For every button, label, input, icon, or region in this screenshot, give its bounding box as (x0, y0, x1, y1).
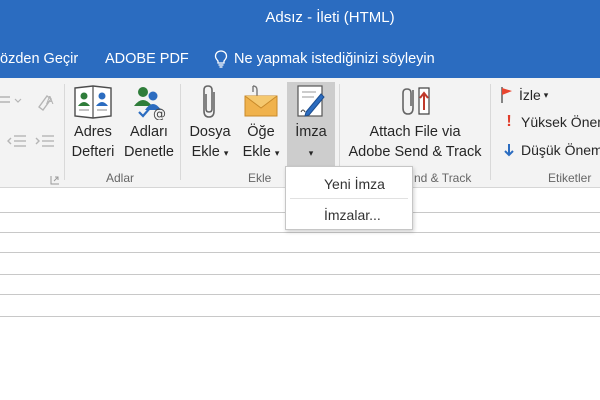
low-importance-button[interactable]: Düşük Önem (502, 142, 600, 158)
attach-file-label-2: Ekle ▾ (191, 144, 229, 160)
decrease-indent-icon[interactable] (6, 134, 28, 150)
tell-me-search[interactable]: Ne yapmak istediğinizi söyleyin (214, 50, 435, 68)
check-names-button[interactable]: @ Adları Denetle (121, 84, 177, 162)
header-field-line (0, 294, 600, 295)
window-title: Adsız - İleti (HTML) (265, 9, 395, 26)
adobe-send-track-label-2: Adobe Send & Track (348, 144, 482, 160)
adobe-send-track-button[interactable]: Attach File via Adobe Send & Track (342, 84, 488, 162)
group-separator (180, 84, 181, 180)
title-bar: Adsız - İleti (HTML) (0, 0, 600, 36)
address-book-label-1: Adres (74, 124, 112, 140)
dialog-launcher-icon[interactable] (50, 175, 60, 185)
tell-me-label: Ne yapmak istediğinizi söyleyin (234, 51, 435, 67)
adobe-attach-icon (402, 87, 430, 115)
low-importance-label: Düşük Önem (521, 142, 600, 158)
high-importance-label: Yüksek Önem (521, 114, 600, 130)
tab-adobe-pdf[interactable]: ADOBE PDF (105, 51, 189, 67)
attach-file-label-1: Dosya (189, 124, 231, 140)
group-label-include: Ekle (248, 171, 272, 185)
group-separator (490, 84, 491, 180)
adobe-send-track-label-1: Attach File via (369, 124, 461, 140)
attach-item-button[interactable]: Öğe Ekle ▾ (238, 84, 284, 163)
attach-file-button[interactable]: Dosya Ekle ▾ (186, 84, 234, 163)
flag-icon (501, 87, 512, 103)
follow-up-button[interactable]: İzle ▾ (500, 86, 548, 104)
increase-indent-icon[interactable] (34, 134, 56, 150)
group-label-tags: Etiketler (548, 171, 592, 185)
envelope-icon (244, 85, 278, 117)
svg-text:@: @ (153, 107, 166, 120)
group-label-names: Adlar (106, 171, 135, 185)
tab-review[interactable]: özden Geçir (0, 51, 78, 67)
lightbulb-icon (214, 50, 228, 68)
group-label-adobe: nd & Track (414, 171, 472, 185)
address-book-icon (74, 85, 112, 119)
high-importance-button[interactable]: ! Yüksek Önem (502, 113, 600, 131)
header-field-line (0, 274, 600, 275)
paperclip-icon (203, 85, 215, 118)
header-field-line (0, 232, 600, 233)
list-icon[interactable] (0, 94, 22, 108)
down-arrow-icon (504, 144, 514, 157)
svg-text:A: A (46, 94, 54, 107)
check-names-label-2: Denetle (124, 144, 174, 160)
exclamation-icon: ! (506, 113, 512, 130)
menu-divider (290, 198, 408, 199)
header-field-line (0, 316, 600, 317)
address-book-button[interactable]: Adres Defteri (67, 84, 119, 162)
signature-pen-icon (297, 85, 325, 117)
check-names-icon: @ (134, 87, 166, 120)
attach-item-label-2: Ekle ▾ (242, 144, 280, 160)
ribbon-tab-bar: özden Geçir ADOBE PDF Ne yapmak istediği… (0, 36, 600, 78)
signature-label: İmza (295, 124, 327, 140)
attach-item-label-1: Öğe (247, 124, 275, 140)
follow-up-label: İzle (519, 87, 541, 103)
address-book-label-2: Defteri (71, 144, 115, 160)
signature-button[interactable]: İmza ▾ (287, 84, 335, 163)
clear-formatting-icon[interactable]: A (36, 92, 58, 112)
group-separator (64, 84, 65, 180)
signatures-item[interactable]: İmzalar... (286, 202, 412, 228)
check-names-label-1: Adları (130, 124, 168, 140)
signature-menu: Yeni İmza İmzalar... (285, 166, 413, 230)
signature-dropdown-arrow: ▾ (308, 148, 314, 158)
new-signature-item[interactable]: Yeni İmza (286, 171, 412, 197)
chevron-down-icon: ▾ (543, 89, 549, 100)
header-field-line (0, 252, 600, 253)
